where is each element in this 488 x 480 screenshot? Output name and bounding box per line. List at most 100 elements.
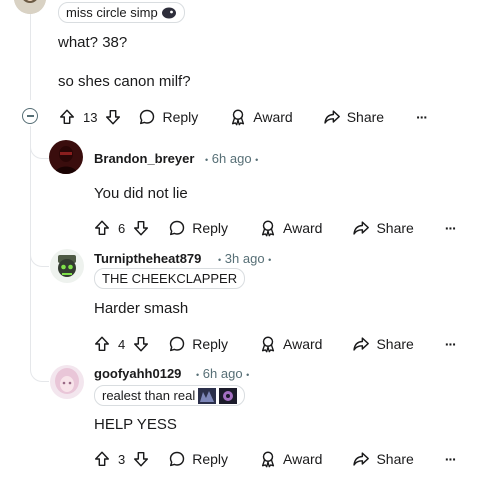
thread-elbow (30, 355, 49, 382)
separator-dot: • (205, 155, 209, 165)
more-options-button[interactable]: ··· (416, 109, 428, 125)
award-button[interactable]: Award (259, 450, 322, 468)
reply-label: Reply (192, 451, 229, 467)
upvote-icon[interactable] (58, 108, 76, 126)
award-ribbon-icon (259, 219, 277, 237)
comment-timestamp: • 6h ago • (196, 366, 249, 381)
username[interactable]: Brandon_breyer (94, 151, 194, 166)
more-options-button[interactable]: ··· (444, 336, 457, 352)
parent-body-line-2: so shes canon milf? (58, 73, 191, 90)
vote-group: 6 (93, 219, 150, 237)
comment-body: Harder smash (94, 300, 189, 317)
more-options-icon: ··· (444, 336, 457, 352)
comment-bubble-icon (168, 450, 186, 468)
separator-dot: • (196, 370, 200, 380)
share-label: Share (346, 109, 385, 125)
reply-label: Reply (162, 109, 199, 125)
username[interactable]: Turniptheheat879 (94, 251, 201, 266)
reply-action-bar: 4 Reply Award Share ··· (93, 331, 457, 357)
flair-emoji-icon (219, 387, 238, 404)
share-button[interactable]: Share (352, 450, 414, 468)
thread-elbow (30, 240, 49, 267)
share-label: Share (376, 220, 414, 236)
user-flair: THE CHEEKCLAPPER (94, 268, 246, 289)
user-flair: realest than real (94, 385, 246, 406)
share-arrow-icon (323, 108, 341, 126)
flair-text: realest than real (102, 388, 196, 403)
downvote-icon[interactable] (132, 450, 150, 468)
username[interactable]: goofyahh0129 (94, 366, 181, 381)
parent-body-line-1: what? 38? (58, 34, 128, 51)
reply-button[interactable]: Reply (168, 335, 228, 353)
reply-button[interactable]: Reply (168, 450, 228, 468)
comment-body: HELP YESS (94, 416, 177, 433)
parent-flair: miss circle simp (58, 2, 185, 23)
parent-flair-text: miss circle simp (66, 5, 158, 20)
reply-button[interactable]: Reply (138, 108, 198, 126)
award-label: Award (283, 220, 323, 236)
avatar[interactable] (50, 249, 84, 283)
share-button[interactable]: Share (352, 335, 414, 353)
avatar[interactable] (50, 365, 84, 399)
vote-count: 3 (118, 451, 126, 467)
award-button[interactable]: Award (259, 219, 322, 237)
reply-action-bar: 3 Reply Award Share ··· (93, 446, 457, 472)
parent-action-bar: 13 Reply Award Share ··· (58, 104, 428, 130)
award-label: Award (253, 109, 293, 125)
award-ribbon-icon (229, 108, 247, 126)
share-arrow-icon (352, 335, 370, 353)
comment-timestamp: • 6h ago • (205, 151, 258, 166)
upvote-icon[interactable] (93, 335, 111, 353)
thread-elbow (30, 132, 49, 159)
more-options-button[interactable]: ··· (444, 220, 457, 236)
comment-bubble-icon (168, 335, 186, 353)
thread-line-parent (30, 0, 31, 100)
parent-avatar[interactable] (14, 0, 46, 14)
award-button[interactable]: Award (229, 108, 293, 126)
timestamp-text: 6h ago (202, 366, 243, 381)
downvote-icon[interactable] (104, 108, 122, 126)
flair-text: THE CHEEKCLAPPER (102, 271, 238, 286)
share-label: Share (376, 451, 414, 467)
collapse-button[interactable] (22, 108, 38, 124)
timestamp-text: 3h ago (224, 251, 265, 266)
reply-action-bar: 6 Reply Award Share ··· (93, 215, 457, 241)
collapse-minus-icon (26, 115, 34, 117)
more-options-icon: ··· (444, 451, 457, 467)
share-arrow-icon (352, 450, 370, 468)
share-button[interactable]: Share (323, 108, 384, 126)
vote-count: 4 (118, 336, 126, 352)
reply-label: Reply (192, 220, 229, 236)
downvote-icon[interactable] (132, 219, 150, 237)
vote-group: 3 (93, 450, 150, 468)
upvote-icon[interactable] (93, 219, 111, 237)
vote-count: 6 (118, 220, 126, 236)
comment-bubble-icon (168, 219, 186, 237)
flair-emoji-icon (161, 7, 176, 19)
award-ribbon-icon (259, 335, 277, 353)
share-arrow-icon (352, 219, 370, 237)
separator-dot: • (255, 155, 259, 165)
flair-emoji-icon (198, 387, 217, 404)
more-options-button[interactable]: ··· (444, 451, 457, 467)
reply-button[interactable]: Reply (168, 219, 228, 237)
separator-dot: • (246, 370, 250, 380)
separator-dot: • (268, 255, 272, 265)
more-options-icon: ··· (416, 109, 428, 125)
award-button[interactable]: Award (259, 335, 322, 353)
timestamp-text: 6h ago (211, 151, 252, 166)
downvote-icon[interactable] (132, 335, 150, 353)
award-label: Award (283, 451, 323, 467)
vote-group: 13 (58, 108, 122, 126)
upvote-icon[interactable] (93, 450, 111, 468)
avatar[interactable] (49, 140, 83, 174)
comment-timestamp: • 3h ago • (218, 251, 271, 266)
award-label: Award (283, 336, 323, 352)
comment-bubble-icon (138, 108, 156, 126)
share-button[interactable]: Share (352, 219, 414, 237)
vote-group: 4 (93, 335, 150, 353)
share-label: Share (376, 336, 414, 352)
comment-body: You did not lie (94, 185, 188, 202)
more-options-icon: ··· (444, 220, 457, 236)
award-ribbon-icon (259, 450, 277, 468)
